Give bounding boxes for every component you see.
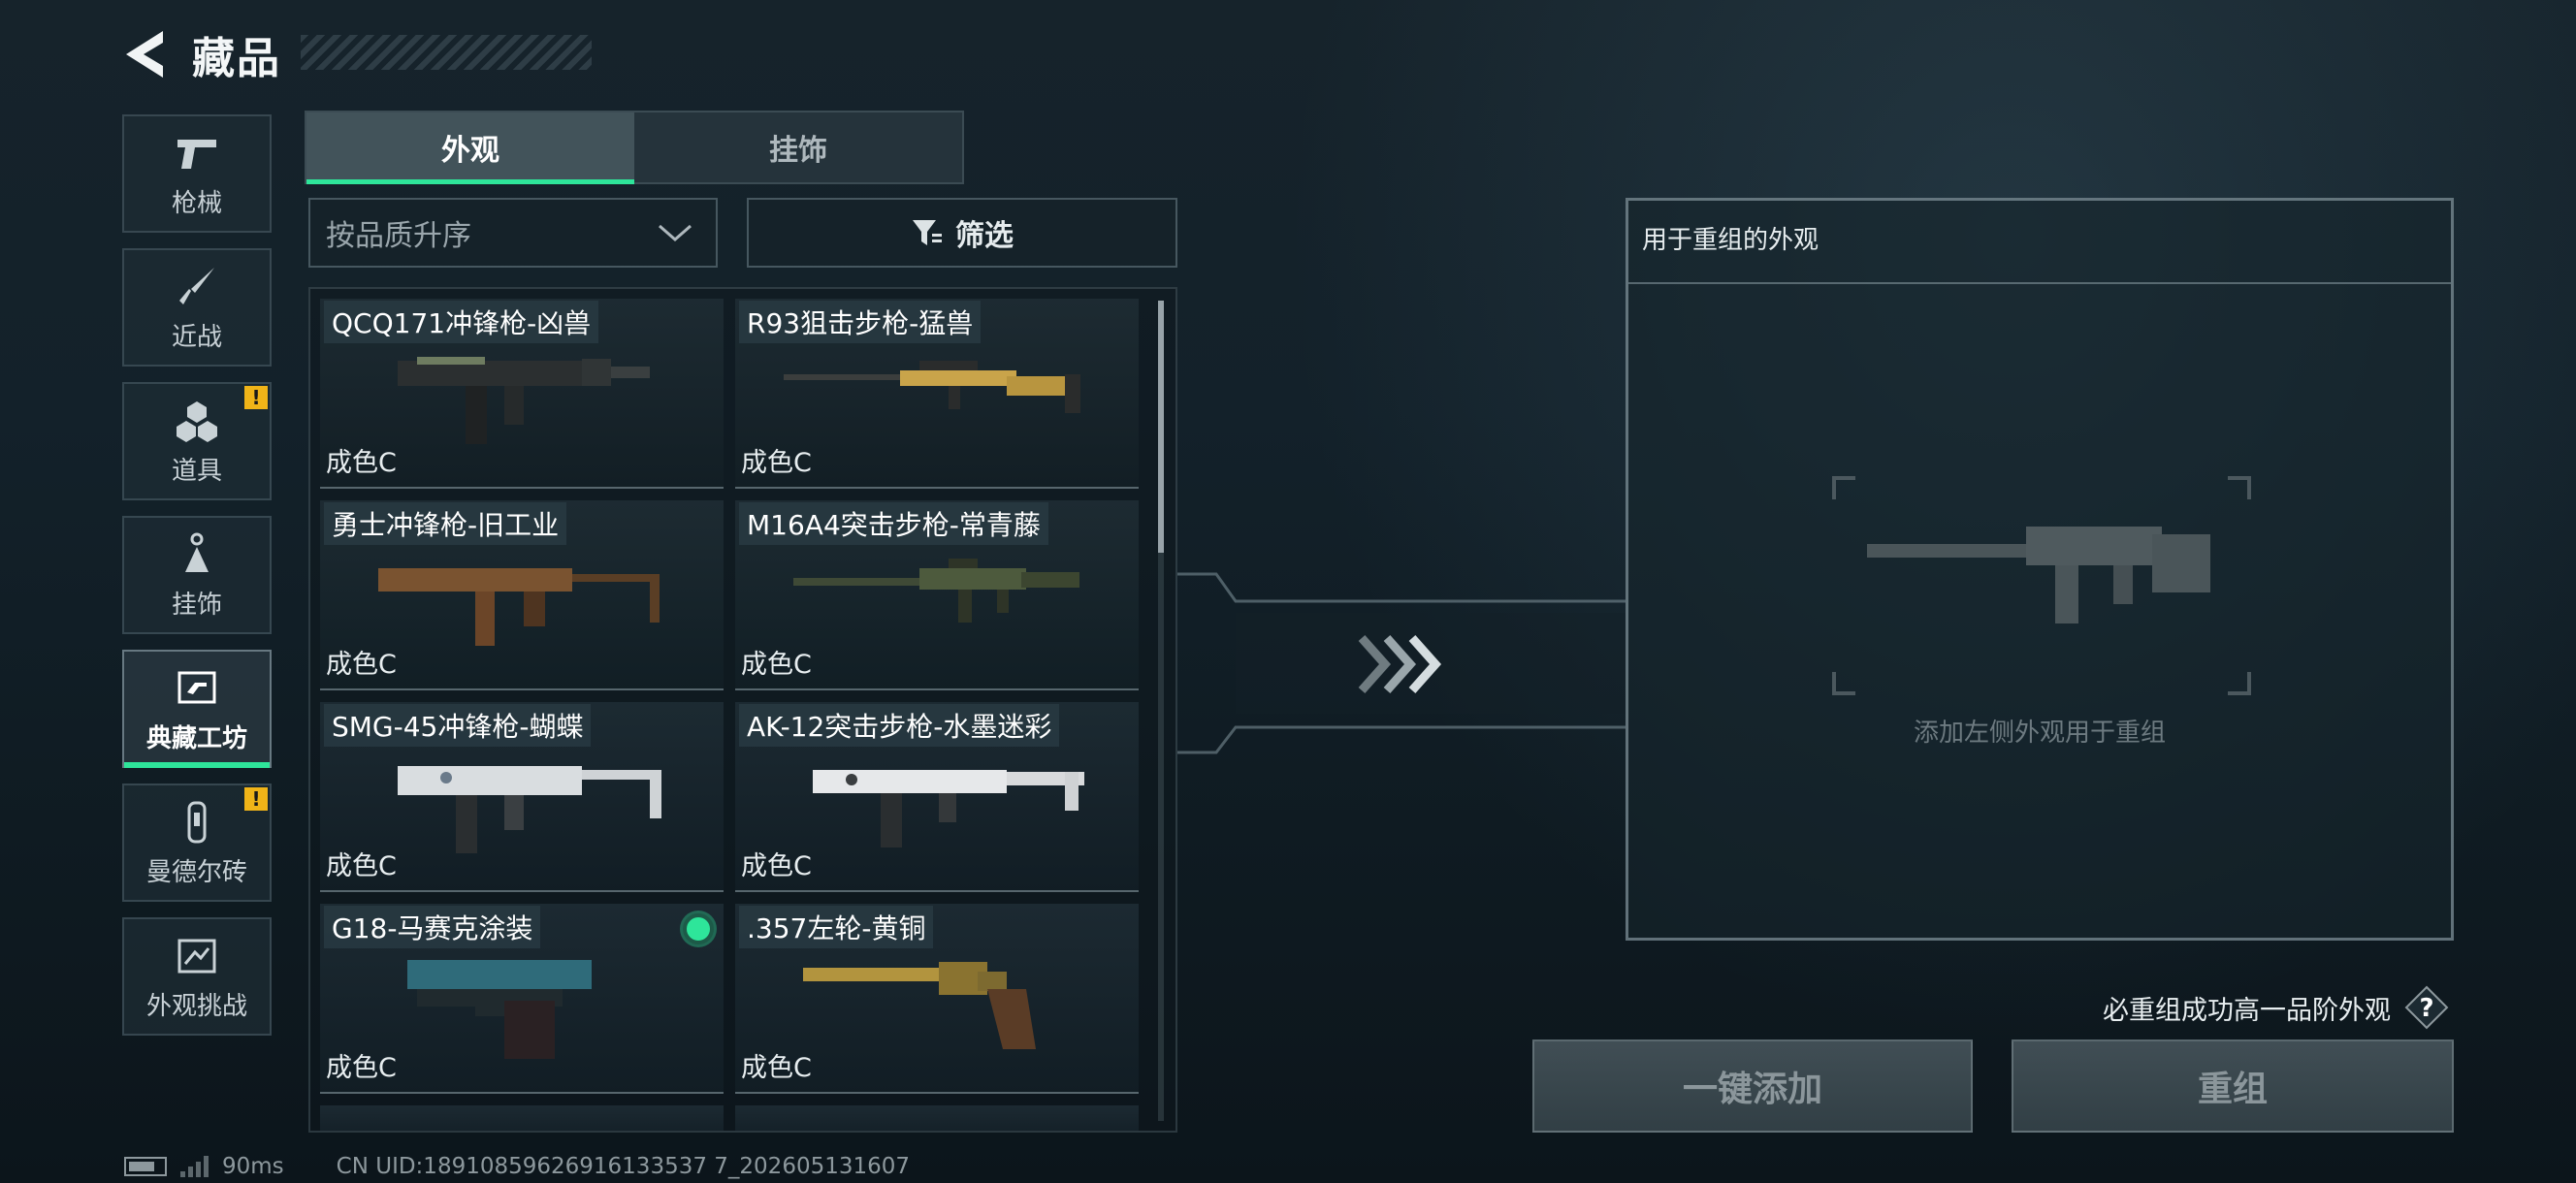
recombine-panel: 用于重组的外观 添加左侧外观用于重组 (1626, 198, 2454, 941)
skin-grade: 成色C (326, 851, 397, 881)
skin-grade: 成色C (741, 1053, 812, 1083)
recombine-panel-title: 用于重组的外观 (1642, 226, 1819, 255)
sidebar-item-label: 道具 (171, 456, 222, 486)
skin-grade: 成色C (741, 448, 812, 478)
skin-grid: QCQ171冲锋枪-凶兽 成色C R93狙击步枪-猛兽 成色C 勇士冲锋枪-旧工… (320, 299, 1146, 1131)
category-tabs: 外观 挂饰 (305, 111, 964, 184)
assault-rifle-image (813, 770, 1084, 847)
alert-icon: ! (244, 386, 268, 409)
sidebar-item-label: 外观挑战 (145, 991, 247, 1021)
skin-card-partial[interactable] (320, 1105, 724, 1131)
skin-card[interactable]: M16A4突击步枪-常青藤 成色C (735, 500, 1139, 690)
ping-value: 90ms (222, 1154, 284, 1179)
skin-card[interactable]: SMG-45冲锋枪-蝴蝶 成色C (320, 702, 724, 892)
filter-icon (913, 220, 942, 245)
smg-image (378, 568, 660, 646)
guarantee-note: 必重组成功高一品阶外观 ? (2103, 985, 2449, 1030)
back-arrow-icon[interactable] (120, 27, 167, 81)
scrollbar[interactable] (1158, 301, 1164, 1121)
pistol-image (407, 960, 592, 1059)
sidebar-item-guns[interactable]: 枪械 (122, 114, 272, 233)
sidebar-item-label: 挂饰 (171, 590, 222, 620)
signal-icon (180, 1156, 209, 1177)
recombine-button[interactable]: 重组 (2012, 1039, 2454, 1133)
divider (1628, 282, 2451, 284)
sidebar-item-label: 曼德尔砖 (145, 857, 247, 887)
add-all-button[interactable]: 一键添加 (1532, 1039, 1973, 1133)
alert-icon: ! (244, 787, 268, 811)
title-decoration (301, 35, 592, 70)
skin-grade: 成色C (326, 650, 397, 680)
workshop-icon (173, 664, 221, 713)
skin-card[interactable]: QCQ171冲锋枪-凶兽 成色C (320, 299, 724, 489)
sidebar-item-workshop[interactable]: 典藏工坊 (122, 650, 272, 768)
status-bar: 90ms CN UID:18910859626916133537 7_20260… (124, 1154, 910, 1179)
sidebar-item-skin-challenge[interactable]: 外观挑战 (122, 917, 272, 1036)
skin-card[interactable]: G18-马赛克涂装 成色C (320, 904, 724, 1094)
skin-list-panel: QCQ171冲锋枪-凶兽 成色C R93狙击步枪-猛兽 成色C 勇士冲锋枪-旧工… (308, 287, 1177, 1133)
tab-charms[interactable]: 挂饰 (634, 112, 962, 182)
cubes-icon (173, 397, 221, 445)
sidebar-item-melee[interactable]: 近战 (122, 248, 272, 367)
sort-value: 按品质升序 (326, 219, 471, 253)
smg-image (398, 357, 650, 444)
skin-grade: 成色C (741, 851, 812, 881)
filter-label: 筛选 (955, 219, 1014, 253)
revolver-image (803, 962, 1036, 1049)
sort-dropdown[interactable]: 按品质升序 (308, 198, 718, 268)
header: 藏品 (120, 23, 281, 85)
skin-grade: 成色C (326, 448, 397, 478)
skin-card[interactable]: AK-12突击步枪-水墨迷彩 成色C (735, 702, 1139, 892)
charm-icon (173, 530, 221, 579)
assault-rifle-image (793, 559, 1079, 623)
recombine-label: 重组 (2197, 1070, 2268, 1109)
user-uid: CN UID:18910859626916133537 7_2026051316… (336, 1154, 911, 1179)
add-all-label: 一键添加 (1682, 1070, 1822, 1109)
empty-hint: 添加左侧外观用于重组 (1913, 719, 2166, 748)
skin-grade: 成色C (741, 650, 812, 680)
battery-icon (124, 1157, 167, 1176)
brick-icon (173, 798, 221, 847)
help-icon[interactable]: ? (2404, 985, 2449, 1030)
skin-card[interactable]: .357左轮-黄铜 成色C (735, 904, 1139, 1094)
smg-image (398, 766, 661, 853)
page-title: 藏品 (192, 34, 281, 83)
chevron-down-icon (659, 224, 692, 241)
sidebar: 枪械 近战 ! 道具 挂饰 典藏工坊 ! 曼德尔砖 外观挑战 (122, 114, 272, 1051)
filter-button[interactable]: 筛选 (747, 198, 1177, 268)
sidebar-item-label: 枪械 (171, 188, 222, 218)
challenge-icon (173, 932, 221, 980)
sidebar-item-items[interactable]: ! 道具 (122, 382, 272, 500)
skin-card[interactable]: 勇士冲锋枪-旧工业 成色C (320, 500, 724, 690)
sidebar-item-charms[interactable]: 挂饰 (122, 516, 272, 634)
skin-grade: 成色C (326, 1053, 397, 1083)
sidebar-item-label: 典藏工坊 (145, 723, 247, 753)
skin-card-partial[interactable] (735, 1105, 1139, 1131)
scroll-thumb[interactable] (1158, 301, 1164, 553)
skin-card[interactable]: R93狙击步枪-猛兽 成色C (735, 299, 1139, 489)
help-mark: ? (2419, 994, 2433, 1023)
chevron-right-icon (1358, 635, 1442, 693)
empty-slot-icon[interactable] (1832, 476, 2251, 695)
pistol-icon (173, 129, 221, 177)
sidebar-item-mandel-brick[interactable]: ! 曼德尔砖 (122, 783, 272, 902)
sidebar-item-label: 近战 (171, 322, 222, 352)
selected-indicator-icon (683, 913, 714, 944)
tab-skins[interactable]: 外观 (306, 112, 634, 184)
guarantee-text: 必重组成功高一品阶外观 (2103, 995, 2391, 1026)
knife-icon (173, 263, 221, 311)
sniper-rifle-image (784, 361, 1080, 413)
